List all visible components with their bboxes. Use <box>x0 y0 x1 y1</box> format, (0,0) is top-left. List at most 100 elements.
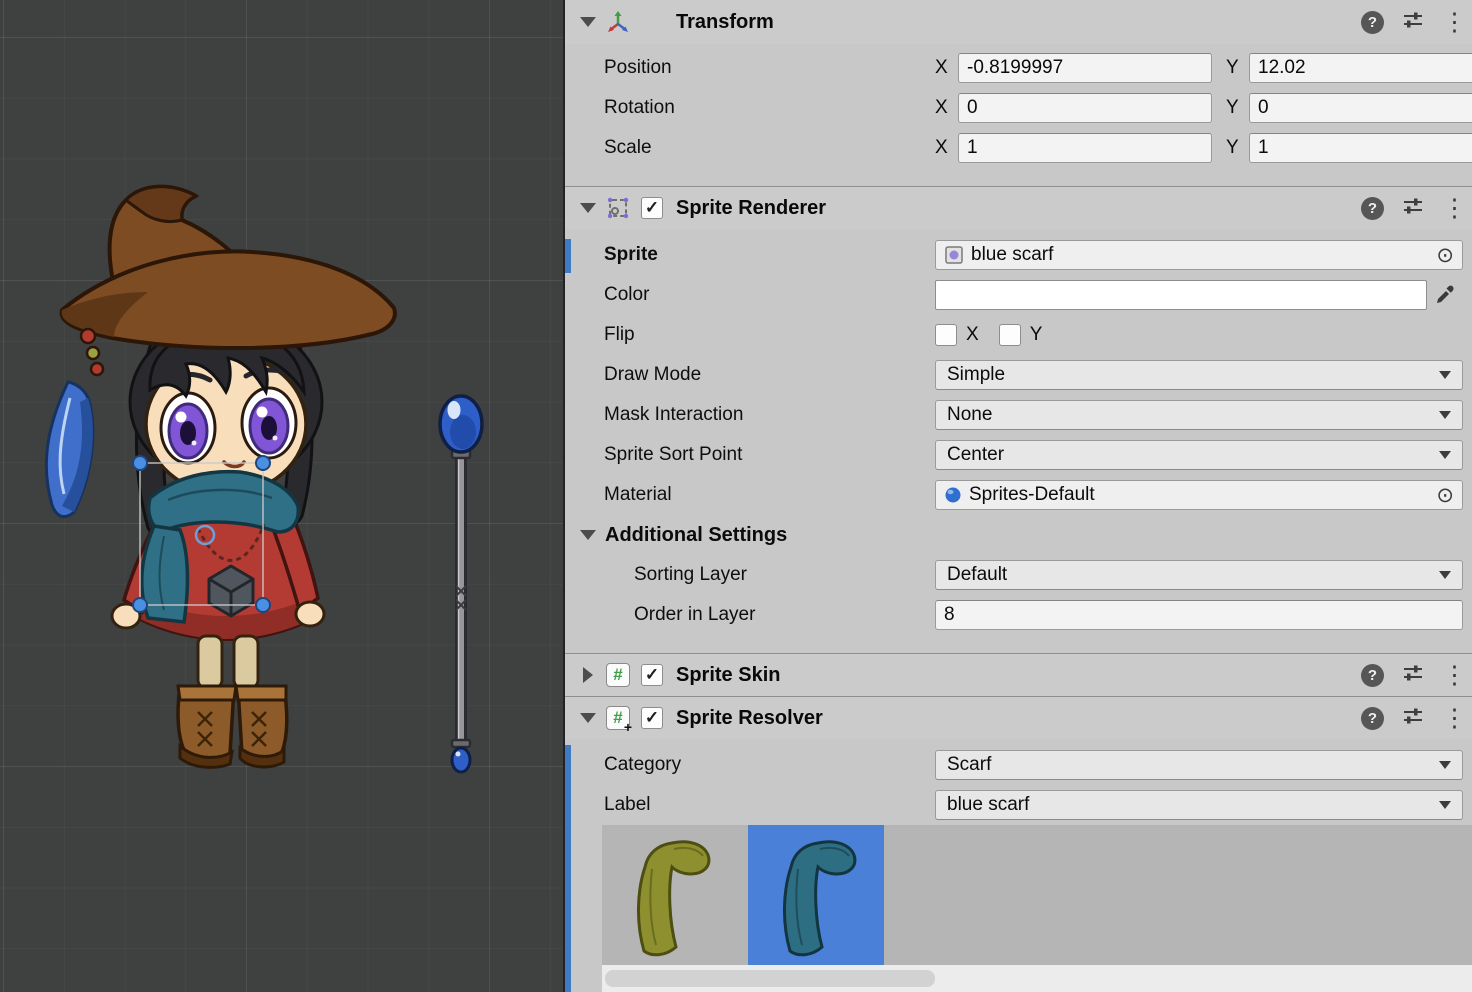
chevron-down-icon <box>1439 371 1451 379</box>
sorting-layer-label: Sorting Layer <box>604 564 935 586</box>
category-dropdown[interactable]: Scarf <box>935 750 1463 780</box>
character-sprite[interactable] <box>46 187 395 768</box>
sprite-object-field[interactable]: blue scarf ⊙ <box>935 240 1463 270</box>
position-x-input[interactable] <box>958 53 1212 83</box>
sprite-skin-title: Sprite Skin <box>676 664 780 687</box>
character-hat <box>62 187 395 348</box>
scene-view[interactable] <box>0 0 563 992</box>
inspector-panel: Transform ? ⋮ <box>563 0 1472 992</box>
chevron-down-icon <box>1439 451 1451 459</box>
color-swatch[interactable] <box>935 280 1427 310</box>
material-object-field[interactable]: Sprites-Default ⊙ <box>935 480 1463 510</box>
position-label: Position <box>604 57 935 79</box>
category-label: Category <box>604 754 935 776</box>
override-indicator-sprite <box>565 239 571 273</box>
mask-interaction-dropdown[interactable]: None <box>935 400 1463 430</box>
more-menu-icon[interactable]: ⋮ <box>1442 707 1458 730</box>
draw-mode-label: Draw Mode <box>604 364 935 386</box>
sorting-layer-row: Sorting Layer Default <box>565 555 1472 595</box>
order-in-layer-row: Order in Layer <box>565 595 1472 635</box>
mask-interaction-label: Mask Interaction <box>604 404 935 426</box>
chevron-down-icon <box>1439 571 1451 579</box>
scale-x-input[interactable] <box>958 133 1212 163</box>
presets-icon[interactable] <box>1402 705 1424 732</box>
mask-interaction-value: None <box>947 404 992 426</box>
gizmo-handle-top-left[interactable] <box>133 456 147 470</box>
thumbnail-green-scarf[interactable] <box>602 825 738 965</box>
sorting-layer-dropdown[interactable]: Default <box>935 560 1463 590</box>
scene-canvas <box>0 0 563 992</box>
flip-x-checkbox[interactable] <box>935 324 957 346</box>
scale-y-input[interactable] <box>1249 133 1472 163</box>
additional-settings-row[interactable]: Additional Settings <box>565 515 1472 555</box>
sprite-resolver-header[interactable]: #+ ✓ Sprite Resolver ? ⋮ <box>565 697 1472 739</box>
scale-row: Scale X Y Z <box>565 128 1472 168</box>
foldout-open-icon[interactable] <box>577 17 599 27</box>
position-y-input[interactable] <box>1249 53 1472 83</box>
thumbnail-scrollbar[interactable] <box>602 965 1472 992</box>
sprite-sort-point-dropdown[interactable]: Center <box>935 440 1463 470</box>
presets-icon[interactable] <box>1402 9 1424 36</box>
sprite-skin-header[interactable]: # ✓ Sprite Skin ? ⋮ <box>565 654 1472 696</box>
sprite-resolver-enabled-checkbox[interactable]: ✓ <box>641 707 663 729</box>
order-in-layer-input[interactable] <box>935 600 1463 630</box>
color-label: Color <box>604 284 935 306</box>
material-sphere-icon <box>944 486 962 504</box>
sprite-renderer-enabled-checkbox[interactable]: ✓ <box>641 197 663 219</box>
foldout-closed-icon[interactable] <box>577 667 599 683</box>
staff-sprite[interactable] <box>440 396 482 772</box>
label-label: Label <box>604 794 935 816</box>
more-menu-icon[interactable]: ⋮ <box>1442 11 1458 34</box>
rotation-label: Rotation <box>604 97 935 119</box>
rotation-y-input[interactable] <box>1249 93 1472 123</box>
draw-mode-value: Simple <box>947 364 1005 386</box>
hat-beads-and-feather <box>46 329 103 517</box>
foldout-open-icon[interactable] <box>577 530 599 540</box>
order-in-layer-label: Order in Layer <box>604 604 935 626</box>
axis-x-label: X <box>935 137 952 159</box>
foldout-open-icon[interactable] <box>577 713 599 723</box>
help-icon[interactable]: ? <box>1361 664 1384 687</box>
more-menu-icon[interactable]: ⋮ <box>1442 197 1458 220</box>
chevron-down-icon <box>1439 411 1451 419</box>
sprite-skin-icon: # <box>605 662 631 688</box>
sprite-resolver-title: Sprite Resolver <box>676 707 823 730</box>
flip-y-label: Y <box>1030 324 1043 346</box>
rotation-x-input[interactable] <box>958 93 1212 123</box>
sprite-skin-enabled-checkbox[interactable]: ✓ <box>641 664 663 686</box>
scrollbar-thumb[interactable] <box>605 970 935 987</box>
material-object-name: Sprites-Default <box>969 484 1095 506</box>
help-icon[interactable]: ? <box>1361 197 1384 220</box>
category-row: Category Scarf <box>565 745 1472 785</box>
presets-icon[interactable] <box>1402 195 1424 222</box>
material-label: Material <box>604 484 935 506</box>
flip-label: Flip <box>604 324 935 346</box>
more-menu-icon[interactable]: ⋮ <box>1442 664 1458 687</box>
object-picker-icon[interactable]: ⊙ <box>1436 245 1454 266</box>
rotation-row: Rotation X Y Z <box>565 88 1472 128</box>
transform-header[interactable]: Transform ? ⋮ <box>565 0 1472 44</box>
gizmo-handle-bottom-left[interactable] <box>133 598 147 612</box>
flip-row: Flip X Y <box>565 315 1472 355</box>
flip-y-checkbox[interactable] <box>999 324 1021 346</box>
sprite-sort-point-row: Sprite Sort Point Center <box>565 435 1472 475</box>
foldout-open-icon[interactable] <box>577 203 599 213</box>
label-row: Label blue scarf <box>565 785 1472 825</box>
presets-icon[interactable] <box>1402 662 1424 689</box>
sprite-object-name: blue scarf <box>971 244 1053 266</box>
transform-icon <box>605 9 631 35</box>
sprite-renderer-header[interactable]: ✓ Sprite Renderer ? ⋮ <box>565 187 1472 229</box>
chevron-down-icon <box>1439 761 1451 769</box>
material-row: Material Sprites-Default ⊙ <box>565 475 1472 515</box>
gizmo-handle-top-right[interactable] <box>256 456 270 470</box>
eyedropper-icon[interactable] <box>1427 284 1463 306</box>
help-icon[interactable]: ? <box>1361 11 1384 34</box>
sprite-resolver-component: #+ ✓ Sprite Resolver ? ⋮ <box>565 696 1472 992</box>
help-icon[interactable]: ? <box>1361 707 1384 730</box>
sprite-label: Sprite <box>604 244 935 266</box>
object-picker-icon[interactable]: ⊙ <box>1436 485 1454 506</box>
label-dropdown[interactable]: blue scarf <box>935 790 1463 820</box>
gizmo-handle-bottom-right[interactable] <box>256 598 270 612</box>
thumbnail-blue-scarf[interactable] <box>748 825 884 965</box>
draw-mode-dropdown[interactable]: Simple <box>935 360 1463 390</box>
